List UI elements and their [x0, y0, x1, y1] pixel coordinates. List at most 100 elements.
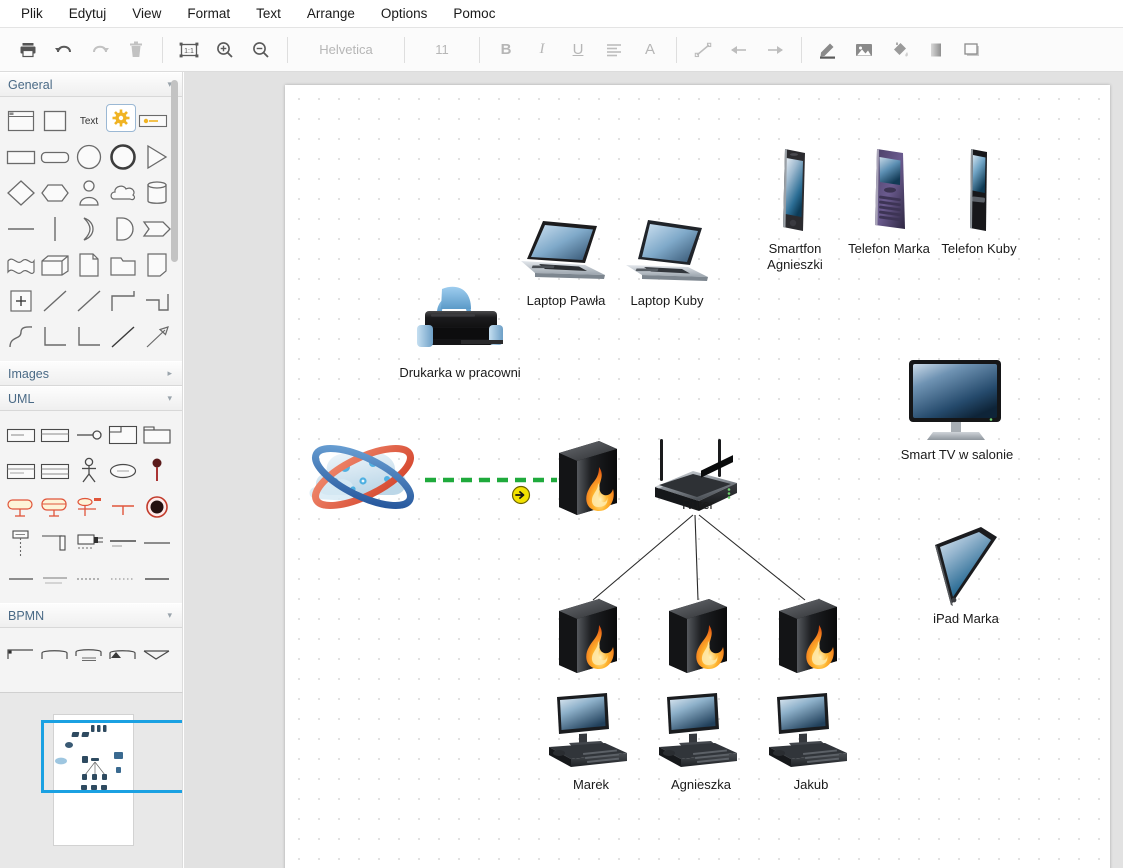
shape-horizontal-line[interactable]: [4, 212, 38, 246]
shape-hexagon[interactable]: [38, 176, 72, 210]
font-size-select[interactable]: 11: [413, 39, 471, 60]
node-telefon-marka[interactable]: Telefon Marka: [848, 145, 930, 256]
shape-curve-connector[interactable]: [4, 320, 38, 354]
menu-item-format[interactable]: Format: [174, 2, 243, 25]
uml-class-attributes[interactable]: [4, 454, 38, 488]
shape-double-ellipse[interactable]: [106, 140, 140, 174]
edit-style-button[interactable]: [813, 35, 843, 65]
node-pc-jakub[interactable]: Jakub: [763, 691, 859, 792]
shape-document-page[interactable]: [72, 248, 106, 282]
shape-diagonal-line-2[interactable]: [72, 284, 106, 318]
shadow-button[interactable]: [957, 35, 987, 65]
bpmn-event[interactable]: [38, 637, 72, 671]
line-button[interactable]: [688, 35, 718, 65]
shapes-scrollbar-thumb[interactable]: [171, 80, 178, 262]
print-button[interactable]: [13, 35, 43, 65]
shape-rectangle-square[interactable]: [38, 104, 72, 138]
node-telefon-kuby[interactable]: Telefon Kuby: [941, 145, 1017, 256]
bold-button[interactable]: B: [491, 35, 521, 65]
shape-line-plain[interactable]: [106, 320, 140, 354]
node-firewall-main[interactable]: [553, 437, 631, 523]
gradient-button[interactable]: [921, 35, 951, 65]
uml-message-call[interactable]: [72, 526, 106, 560]
uml-join-bar[interactable]: [106, 490, 140, 524]
node-pc-marek[interactable]: Marek: [543, 691, 639, 792]
shape-window[interactable]: [4, 104, 38, 138]
menu-item-arrange[interactable]: Arrange: [294, 2, 368, 25]
canvas-area[interactable]: Laptop Pawła Laptop Kuby Smartfon Agnies…: [184, 72, 1123, 868]
uml-activation-bar[interactable]: [38, 526, 72, 560]
shape-chevron-arrow[interactable]: [140, 212, 174, 246]
font-color-button[interactable]: A: [635, 35, 665, 65]
node-ruter[interactable]: Ruter: [645, 435, 745, 519]
menu-item-view[interactable]: View: [119, 2, 174, 25]
node-drukarka[interactable]: Drukarka w pracowni: [399, 283, 521, 380]
redo-button[interactable]: [85, 35, 115, 65]
shape-arrow-diagonal[interactable]: [140, 320, 174, 354]
shape-elbow-connector-2[interactable]: [140, 284, 174, 318]
shape-cloud[interactable]: [106, 176, 140, 210]
section-header-bpmn[interactable]: BPMN ▾: [0, 603, 182, 628]
shape-folder[interactable]: [106, 248, 140, 282]
uml-branch-fork[interactable]: [72, 490, 106, 524]
uml-lifeline-start[interactable]: [140, 454, 174, 488]
fill-color-button[interactable]: [885, 35, 915, 65]
uml-class-sections[interactable]: [38, 454, 72, 488]
shape-corner-connector-2[interactable]: [72, 320, 106, 354]
uml-link-1[interactable]: [4, 562, 38, 596]
align-button[interactable]: [599, 35, 629, 65]
uml-link-dashed[interactable]: [72, 562, 106, 596]
node-firewall-jakub[interactable]: [773, 595, 851, 681]
uml-link-thick[interactable]: [140, 562, 174, 596]
shape-image-placeholder[interactable]: [106, 104, 136, 132]
font-family-select[interactable]: Helvetica: [296, 39, 396, 60]
shape-diamond[interactable]: [4, 176, 38, 210]
section-header-images[interactable]: Images ▸: [0, 361, 182, 386]
page-thumbnail[interactable]: [53, 714, 134, 846]
uml-link-labeled[interactable]: [38, 562, 72, 596]
undo-button[interactable]: [49, 35, 79, 65]
diagram-page[interactable]: Laptop Pawła Laptop Kuby Smartfon Agnies…: [285, 85, 1110, 868]
uml-object[interactable]: [4, 418, 38, 452]
shape-crescent[interactable]: [72, 212, 106, 246]
node-laptop-pawla[interactable]: Laptop Pawła: [517, 215, 615, 308]
section-header-general[interactable]: General ▾: [0, 72, 182, 97]
uml-actor[interactable]: [72, 454, 106, 488]
shape-wave[interactable]: [4, 248, 38, 282]
node-ip ad-marka[interactable]: iPad Marka: [925, 521, 1007, 626]
node-firewall-marek[interactable]: [553, 595, 631, 681]
italic-button[interactable]: I: [527, 35, 557, 65]
node-pc-agnieszka[interactable]: Agnieszka: [653, 691, 749, 792]
bpmn-task[interactable]: [4, 637, 38, 671]
zoom-in-button[interactable]: [210, 35, 240, 65]
uml-state-composite[interactable]: [38, 490, 72, 524]
node-firewall-agnieszka[interactable]: [663, 595, 741, 681]
menu-item-pomoc[interactable]: Pomoc: [440, 2, 508, 25]
shape-cube[interactable]: [38, 248, 72, 282]
uml-frame[interactable]: [106, 418, 140, 452]
underline-button[interactable]: U: [563, 35, 593, 65]
shape-labeled-box[interactable]: [136, 104, 170, 138]
flow-arrow-marker[interactable]: [511, 485, 531, 505]
node-internet-cloud[interactable]: [301, 429, 427, 525]
menu-item-options[interactable]: Options: [368, 2, 441, 25]
shape-ellipse[interactable]: [72, 140, 106, 174]
shape-corner-connector-1[interactable]: [38, 320, 72, 354]
shape-diagonal-line-1[interactable]: [38, 284, 72, 318]
uml-use-case[interactable]: [106, 454, 140, 488]
menu-item-edytuj[interactable]: Edytuj: [56, 2, 120, 25]
image-button[interactable]: [849, 35, 879, 65]
shape-text[interactable]: Text: [72, 104, 106, 138]
uml-final-state[interactable]: [140, 490, 174, 524]
uml-package[interactable]: [140, 418, 174, 452]
shape-vertical-line[interactable]: [38, 212, 72, 246]
node-smart-tv[interactable]: Smart TV w salonie: [901, 355, 1013, 462]
bpmn-gateway[interactable]: [106, 637, 140, 671]
section-header-uml[interactable]: UML ▾: [0, 386, 182, 411]
uml-association-line[interactable]: [106, 526, 140, 560]
arrow-left-button[interactable]: [724, 35, 754, 65]
uml-plain-line[interactable]: [140, 526, 174, 560]
uml-link-dotted[interactable]: [106, 562, 140, 596]
outline-panel[interactable]: [0, 692, 183, 868]
shapes-panel[interactable]: General ▾ Text Images ▸ UML ▾ BPMN ▾: [0, 72, 183, 692]
